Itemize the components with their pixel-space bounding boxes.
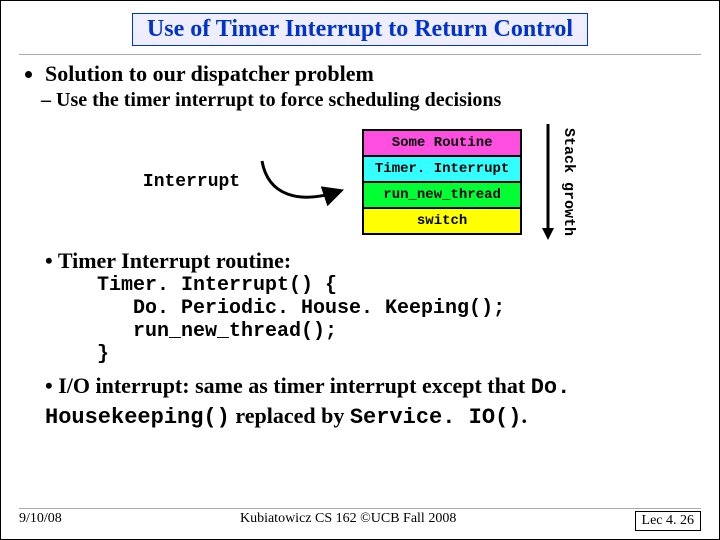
- stack-cell-3: switch: [364, 209, 520, 233]
- stack: Some Routine Timer. Interrupt run_new_th…: [362, 129, 522, 235]
- subbullet-use: Use the timer interrupt to force schedul…: [41, 89, 701, 112]
- io-line: I/O interrupt: same as timer interrupt e…: [19, 372, 701, 431]
- footer-date: 9/10/08: [19, 511, 62, 531]
- stack-cell-0: Some Routine: [364, 131, 520, 157]
- io-mid: replaced by: [230, 403, 350, 428]
- stack-cell-2: run_new_thread: [364, 183, 520, 209]
- code-line-1: Do. Periodic. House. Keeping();: [97, 297, 505, 320]
- curved-arrow-icon: [258, 155, 344, 210]
- slide-title: Use of Timer Interrupt to Return Control: [132, 13, 588, 46]
- footer-center: Kubiatowicz CS 162 ©UCB Fall 2008: [240, 511, 456, 531]
- code-block: Timer. Interrupt() { Do. Periodic. House…: [97, 274, 701, 366]
- interrupt-label: Interrupt: [143, 172, 240, 192]
- routine-intro: Timer Interrupt routine:: [19, 248, 701, 274]
- bullet-solution: Solution to our dispatcher problem: [45, 61, 701, 87]
- growth-column: Stack growth: [540, 122, 577, 242]
- footer-lec: Lec 4. 26: [635, 511, 701, 531]
- footer: 9/10/08 Kubiatowicz CS 162 ©UCB Fall 200…: [19, 508, 701, 531]
- down-arrow-icon: [540, 122, 556, 242]
- slide: Use of Timer Interrupt to Return Control…: [0, 0, 720, 540]
- code-line-2: run_new_thread();: [97, 320, 337, 343]
- code-line-0: Timer. Interrupt() {: [97, 274, 337, 297]
- stack-cell-1: Timer. Interrupt: [364, 157, 520, 183]
- io-code2: Service. IO(): [350, 405, 522, 430]
- diagram: Interrupt Some Routine Timer. Interrupt …: [19, 122, 701, 242]
- divider: [19, 54, 701, 55]
- title-wrap: Use of Timer Interrupt to Return Control: [19, 13, 701, 46]
- io-post: .: [521, 403, 527, 428]
- bullet-list: Solution to our dispatcher problem: [19, 61, 701, 87]
- growth-label: Stack growth: [560, 128, 577, 236]
- io-pre: I/O interrupt: same as timer interrupt e…: [58, 373, 531, 398]
- code-line-3: }: [97, 343, 109, 366]
- subbullet-list: Use the timer interrupt to force schedul…: [19, 89, 701, 112]
